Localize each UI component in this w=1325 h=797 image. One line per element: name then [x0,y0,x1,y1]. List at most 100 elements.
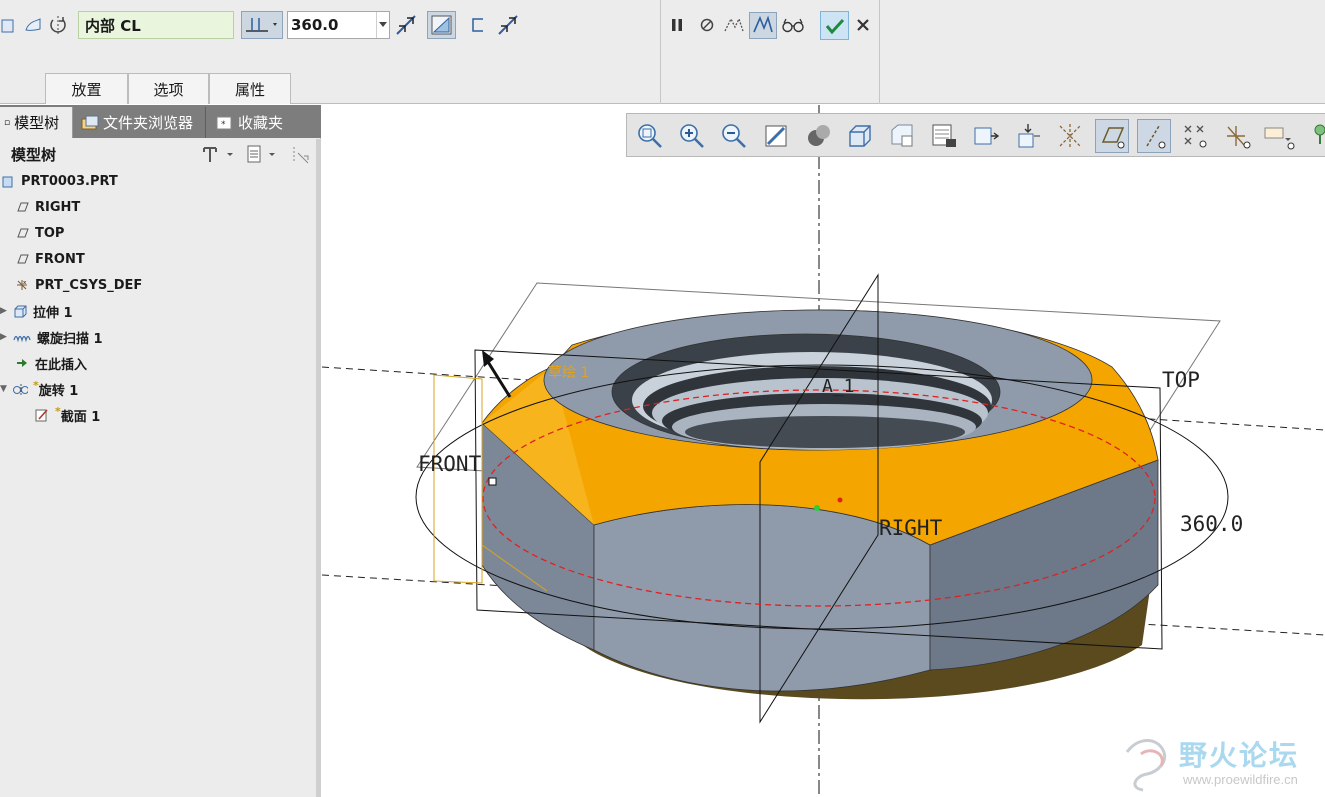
angle-type-icon [246,18,277,32]
revolve-icon[interactable] [46,12,70,38]
angle-drag-handle[interactable] [488,477,497,486]
display-style-icon[interactable] [801,119,835,153]
attach-preview-icon[interactable] [722,13,746,37]
dashboard-separator-2 [879,0,880,104]
tree-node-label: PRT0003.PRT [21,173,118,189]
graphics-window[interactable]: FRONT TOP RIGHT 360.0 A_1 草绘 1 野火论坛 www.… [322,105,1325,797]
model-tree-header: 模型树 [0,139,316,169]
dashboard-separator-1 [660,0,661,104]
forum-watermark: 野火论坛 www.proewildfire.cn [1117,732,1298,796]
tab-options-label: 选项 [153,80,184,99]
new-feature-star: * [33,378,39,392]
folder-icon [81,115,99,129]
tree-node-section[interactable]: * 截面 1 [34,403,100,427]
model-tree-title: 模型树 [11,146,57,164]
view-manager-icon[interactable] [885,119,919,153]
tab-model-tree[interactable]: ▫ 模型树 [0,107,73,138]
tree-node-helical-sweep[interactable]: ▶ 螺旋扫描 1 [0,325,103,349]
pane-splitter[interactable] [316,139,321,797]
geometry-preview-icon[interactable] [749,12,777,39]
insert-here-icon [14,355,30,371]
no-preview-icon[interactable] [696,14,718,36]
right-plane-label: RIGHT [879,516,943,540]
tree-node-right[interactable]: RIGHT [14,195,80,219]
flip-direction-icon[interactable] [394,12,418,38]
center-marker-red [837,497,843,503]
point-display-icon[interactable] [1179,119,1213,153]
tree-node-extrude[interactable]: ▶ 拉伸 1 [0,299,73,323]
watermark-title: 野火论坛 [1179,739,1300,772]
favorites-icon: * [216,116,232,130]
angle-value: 360.0 [291,16,339,34]
angle-input[interactable]: 360.0 [287,11,390,39]
show-tree-columns-icon[interactable] [288,143,314,165]
helical-sweep-icon [12,329,32,345]
svg-text:*: * [221,120,226,130]
tree-node-front[interactable]: FRONT [14,247,85,271]
tab-favorites[interactable]: * 收藏夹 [208,107,294,138]
remove-material-icon[interactable] [427,11,456,39]
datum-display-icon[interactable] [1053,119,1087,153]
axis-display-icon[interactable] [1137,119,1171,153]
tab-folder-browser-label: 文件夹浏览器 [103,114,194,132]
spin-center-icon[interactable] [1263,119,1297,153]
expand-arrow-icon[interactable]: ▶ [0,332,12,342]
tree-node-top[interactable]: TOP [14,221,64,245]
model-tree-tab-icon: ▫ [4,117,11,128]
view-toolbar [626,113,1325,157]
tab-placement-label: 放置 [71,80,102,99]
axis-reference-value: 内部 CL [85,17,141,35]
tab-folder-browser[interactable]: 文件夹浏览器 [76,107,206,138]
plane-display-icon[interactable] [1095,119,1129,153]
flip-material-icon[interactable] [495,12,521,38]
tab-placement[interactable]: 放置 [45,73,128,104]
sketch-icon [34,407,50,423]
tree-node-revolve[interactable]: ▼ * 旋转 1 [0,377,78,401]
zoom-in-icon[interactable] [675,119,709,153]
tree-node-label: RIGHT [35,199,81,215]
ok-check-icon [825,18,844,34]
extrude-icon [12,303,28,319]
annotation-display-icon[interactable] [1011,119,1045,153]
model-view[interactable]: FRONT TOP RIGHT 360.0 A_1 草绘 1 [322,105,1325,797]
zoom-out-icon[interactable] [717,119,751,153]
tree-node-csys[interactable]: x PRT_CSYS_DEF [14,273,142,297]
refit-icon[interactable] [633,119,667,153]
pause-icon[interactable] [666,14,688,36]
tree-node-label: 在此插入 [35,357,88,373]
angle-type-dropdown[interactable] [241,11,283,39]
ok-button[interactable] [820,11,849,40]
revolve-dashboard: 内部 CL 360.0 放置 选项 属性 [0,0,1325,104]
angle-dimension-label[interactable]: 360.0 [1180,512,1243,536]
tree-node-insert-here[interactable]: 在此插入 [14,351,87,375]
top-plane-label: TOP [1162,368,1200,392]
more-icon[interactable] [1305,119,1325,153]
expand-arrow-icon[interactable]: ▶ [0,306,12,316]
navigator-tabs: ▫ 模型树 文件夹浏览器 * 收藏夹 [0,105,321,138]
verify-glasses-icon[interactable] [780,13,806,37]
angle-dropdown-arrow[interactable] [376,12,389,38]
tree-node-label: FRONT [35,251,85,267]
tree-node-part[interactable]: PRT0003.PRT [0,169,118,193]
sketch-label: 草绘 1 [548,365,589,381]
csys-display-icon[interactable] [1221,119,1255,153]
axis-reference-field[interactable]: 内部 CL [78,11,234,39]
tab-model-tree-label: 模型树 [14,114,60,132]
saved-views-icon[interactable] [843,119,877,153]
part-icon [0,173,16,189]
repaint-icon[interactable] [759,119,793,153]
tab-favorites-label: 收藏夹 [238,114,284,132]
perspective-icon[interactable] [969,119,1003,153]
tab-options[interactable]: 选项 [128,73,209,104]
tree-settings-icon[interactable] [199,143,235,165]
tree-filters-icon[interactable] [244,143,280,165]
solid-icon[interactable] [0,14,16,36]
watermark-logo-icon [1125,739,1166,792]
thicken-icon[interactable] [466,13,490,37]
surface-icon[interactable] [22,14,44,36]
collapse-arrow-icon[interactable]: ▼ [0,384,12,394]
section-icon[interactable] [927,119,961,153]
csys-icon: x [14,277,30,293]
tab-properties[interactable]: 属性 [209,73,291,104]
cancel-x-icon[interactable] [852,14,874,36]
